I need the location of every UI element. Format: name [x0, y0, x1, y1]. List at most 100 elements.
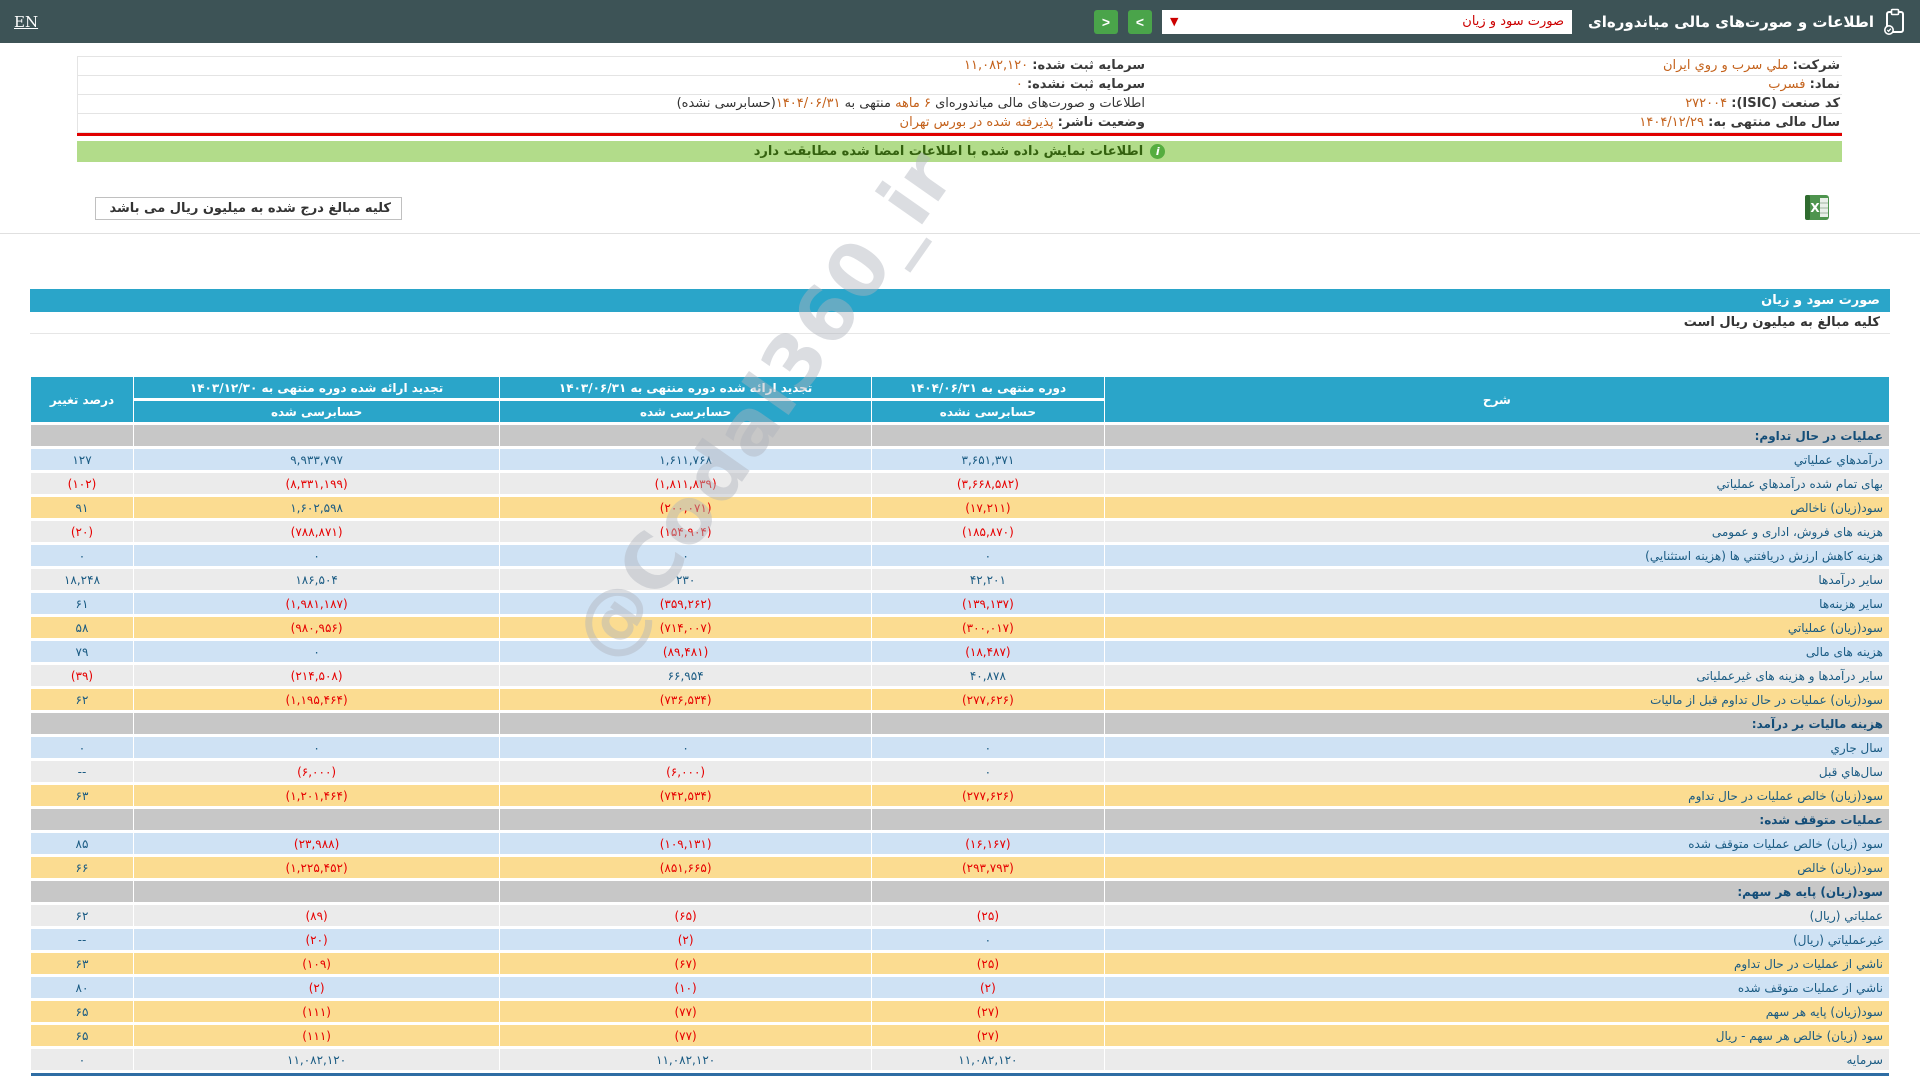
table-row: سود(زیان) عملیات در حال تداوم قبل از مال… — [31, 689, 1889, 710]
table-row: سود(زیان) خالص عملیات در حال تداوم (۲۷۷,۶… — [31, 785, 1889, 806]
change-percent-cell: (۳۹) — [31, 665, 133, 686]
change-percent-cell: ۸۰ — [31, 977, 133, 998]
issuer-status-label: وضعیت ناشر: — [1057, 115, 1145, 130]
change-percent-cell: ۸۵ — [31, 833, 133, 854]
empty-cell — [133, 881, 500, 902]
table-row: سال جاري ۰ ۰ ۰ ۰ — [31, 737, 1889, 758]
value-cell: (۲) — [872, 977, 1104, 998]
value-cell: (۲۷۷,۶۲۶) — [872, 689, 1104, 710]
value-cell: (۱۷,۲۱۱) — [872, 497, 1104, 518]
english-language-link[interactable]: EN — [14, 13, 38, 31]
row-label: هزینه های مالی — [1104, 641, 1889, 662]
symbol-row: نماد: فسرب — [1147, 76, 1842, 95]
section-row: هزینه مالیات بر درآمد: — [31, 713, 1889, 734]
header-current-period: دوره منتهی به ۱۴۰۴/۰۶/۳۱ — [872, 377, 1104, 398]
header-description: شرح — [1104, 377, 1889, 422]
value-cell: ۰ — [133, 641, 500, 662]
value-cell: (۲۷۷,۶۲۶) — [872, 785, 1104, 806]
income-table-body: عملیات در حال تداوم: درآمدهاي عملياتي ۳,۶۵… — [31, 425, 1889, 1070]
value-cell: (۳۰۰,۰۱۷) — [872, 617, 1104, 638]
period-date: ۱۴۰۴/۰۶/۳۱ — [775, 96, 841, 111]
page-divider — [0, 233, 1920, 234]
table-row: ناشي از عملیات در حال تداوم (۲۵) (۶۷) (۱۰۹)… — [31, 953, 1889, 974]
value-cell: (۲) — [133, 977, 500, 998]
unregistered-capital-label: سرمایه ثبت نشده: — [1026, 77, 1145, 92]
chevron-down-icon: ▼ — [1170, 15, 1179, 28]
value-cell: (۸۵۱,۶۶۵) — [500, 857, 872, 878]
row-label: سود(زیان) عملیات در حال تداوم قبل از مال… — [1104, 689, 1889, 710]
empty-cell — [872, 713, 1104, 734]
period-suffix: (حسابرسی نشده) — [676, 96, 776, 111]
value-cell: (۲۵) — [872, 905, 1104, 926]
previous-statement-button[interactable]: < — [1094, 9, 1119, 34]
value-cell: ۱۸۶,۵۰۴ — [133, 569, 500, 590]
row-label: عملیات در حال تداوم: — [1104, 425, 1889, 446]
table-bottom-border — [31, 1073, 1889, 1076]
row-label: عملیات متوقف شده: — [1104, 809, 1889, 830]
value-cell: (۱,۲۰۱,۴۶۴) — [133, 785, 500, 806]
excel-export-button[interactable]: X — [1804, 194, 1830, 221]
change-percent-cell: ۹۱ — [31, 497, 133, 518]
empty-cell — [500, 881, 872, 902]
company-info-table: شرکت: ملي سرب و روي ايران سرمایه ثبت شده… — [77, 56, 1842, 136]
company-name-row: شرکت: ملي سرب و روي ايران — [1147, 57, 1842, 76]
change-percent-cell: (۲۰) — [31, 521, 133, 542]
row-label: سود(زیان) خالص عملیات در حال تداوم — [1104, 785, 1889, 806]
value-cell: (۲۰۰,۰۷۱) — [500, 497, 872, 518]
fiscal-year-value: ۱۴۰۴/۱۲/۲۹ — [1639, 115, 1704, 130]
period-mid: منتهی به — [844, 96, 891, 111]
isic-label: کد صنعت (ISIC): — [1731, 96, 1840, 111]
value-cell: (۱۰) — [500, 977, 872, 998]
value-cell: ۰ — [872, 929, 1104, 950]
table-row: سود (زیان) خالص عملیات متوقف شده (۱۶,۱۶۷)… — [31, 833, 1889, 854]
company-name-label: شرکت: — [1792, 58, 1840, 73]
row-label: سود(زیان) خالص — [1104, 857, 1889, 878]
table-row: ناشي از عملیات متوقف شده (۲) (۱۰) (۲) ۸۰ — [31, 977, 1889, 998]
fiscal-year-label: سال مالی منتهی به: — [1708, 115, 1840, 130]
row-label: غیرعملیاتي (ریال) — [1104, 929, 1889, 950]
value-cell: (۷۴۲,۵۳۴) — [500, 785, 872, 806]
value-cell: (۱۱۱) — [133, 1001, 500, 1022]
row-label: هزینه کاهش ارزش دریافتني ها (هزینه استثن… — [1104, 545, 1889, 566]
value-cell: (۷۸۸,۸۷۱) — [133, 521, 500, 542]
table-row: سال‌هاي قبل ۰ (۶,۰۰۰) (۶,۰۰۰) -- — [31, 761, 1889, 782]
clipboard-icon — [1884, 8, 1904, 35]
income-table-header: شرح دوره منتهی به ۱۴۰۴/۰۶/۳۱ تجدید ارائه… — [31, 377, 1889, 422]
value-cell: (۶,۰۰۰) — [133, 761, 500, 782]
value-cell: (۱۶,۱۶۷) — [872, 833, 1104, 854]
empty-cell — [31, 809, 133, 830]
value-cell: (۶۷) — [500, 953, 872, 974]
table-row: هزینه های فروش، اداری و عمومی (۱۸۵,۸۷۰) (۱… — [31, 521, 1889, 542]
value-cell: (۲۷) — [872, 1025, 1104, 1046]
row-label: سود (زیان) خالص هر سهم - ریال — [1104, 1025, 1889, 1046]
row-label: ناشي از عملیات متوقف شده — [1104, 977, 1889, 998]
value-cell: (۱,۱۹۵,۴۶۴) — [133, 689, 500, 710]
table-row: سرمایه ۱۱,۰۸۲,۱۲۰ ۱۱,۰۸۲,۱۲۰ ۱۱,۰۸۲,۱۲۰ ۰ — [31, 1049, 1889, 1070]
value-cell: (۱۰۹,۱۳۱) — [500, 833, 872, 854]
value-cell: (۱۰۹) — [133, 953, 500, 974]
value-cell: ۰ — [133, 545, 500, 566]
next-statement-button[interactable]: > — [1128, 9, 1153, 34]
value-cell: (۲۰) — [133, 929, 500, 950]
change-percent-cell: ۱۲۷ — [31, 449, 133, 470]
value-cell: (۳۵۹,۲۶۲) — [500, 593, 872, 614]
issuer-status-row: وضعیت ناشر: پذيرفته شده در بورس تهران — [77, 114, 1147, 133]
value-cell: ۱۱,۰۸۲,۱۲۰ — [872, 1049, 1104, 1070]
empty-cell — [500, 809, 872, 830]
symbol-value: فسرب — [1768, 77, 1806, 92]
value-cell: (۲۵) — [872, 953, 1104, 974]
statement-type-dropdown[interactable]: صورت سود و زیان ▼ — [1162, 9, 1573, 34]
empty-cell — [31, 713, 133, 734]
change-percent-cell: ۶۲ — [31, 689, 133, 710]
income-table: شرح دوره منتهی به ۱۴۰۴/۰۶/۳۱ تجدید ارائه… — [30, 374, 1890, 1073]
value-cell: (۱۸,۴۸۷) — [872, 641, 1104, 662]
statement-type-value: صورت سود و زیان — [1462, 14, 1565, 29]
table-row: غیرعملیاتي (ریال) ۰ (۲) (۲۰) -- — [31, 929, 1889, 950]
value-cell: (۸,۳۳۱,۱۹۹) — [133, 473, 500, 494]
value-cell: ۴۲,۲۰۱ — [872, 569, 1104, 590]
value-cell: (۶,۰۰۰) — [500, 761, 872, 782]
section-row: عملیات در حال تداوم: — [31, 425, 1889, 446]
change-percent-cell: ۶۲ — [31, 905, 133, 926]
value-cell: (۶۵) — [500, 905, 872, 926]
table-row: درآمدهاي عملياتي ۳,۶۵۱,۳۷۱ ۱,۶۱۱,۷۶۸ ۹,۹۳۳,… — [31, 449, 1889, 470]
